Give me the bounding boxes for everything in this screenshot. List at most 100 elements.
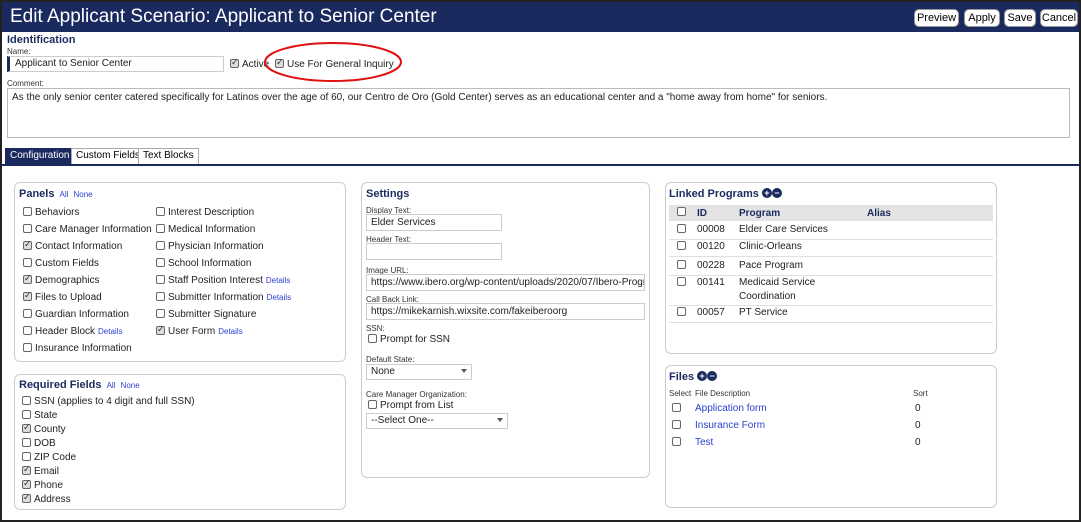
- checkbox-panel2-5[interactable]: Submitter Information Details: [156, 292, 291, 303]
- checkbox-icon: [156, 275, 165, 284]
- checkbox-required-7[interactable]: Address: [22, 492, 71, 505]
- save-button[interactable]: Save: [1004, 9, 1036, 27]
- cm-prompt-checkbox[interactable]: Prompt from List: [368, 400, 453, 411]
- add-circle-icon[interactable]: +: [761, 188, 772, 198]
- checkbox-icon: [672, 403, 681, 412]
- ssn-prompt-label: Prompt for SSN: [380, 334, 451, 345]
- checkbox-icon: [22, 452, 31, 461]
- checkbox-panel2-7[interactable]: User FormDetails: [156, 324, 243, 337]
- comment-label: Comment:: [7, 79, 44, 88]
- checkbox-icon: [156, 292, 165, 301]
- checkbox-panel2-2[interactable]: Physician Information: [156, 241, 264, 252]
- checkbox-panel2-0[interactable]: Interest Description: [156, 207, 254, 218]
- file-sort: 0: [915, 420, 921, 431]
- checkbox-label: State: [34, 410, 58, 421]
- file-link[interactable]: Insurance Form: [695, 420, 765, 431]
- callback-input[interactable]: https://mikekarnish.wixsite.com/fakeiber…: [366, 303, 645, 320]
- row-select-checkbox[interactable]: [677, 277, 689, 288]
- checkbox-panel2-3[interactable]: School Information: [156, 258, 251, 269]
- name-input[interactable]: Applicant to Senior Center: [7, 56, 224, 72]
- required-none-link[interactable]: None: [121, 381, 140, 390]
- checkbox-icon: [672, 420, 681, 429]
- preview-button[interactable]: Preview: [914, 9, 959, 27]
- checkbox-icon: [23, 326, 32, 335]
- panels-all-link[interactable]: All: [60, 190, 69, 199]
- image-url-input[interactable]: https://www.ibero.org/wp-content/uploads…: [366, 274, 645, 291]
- default-state-select[interactable]: None: [366, 364, 472, 380]
- checkbox-label: Submitter Signature: [168, 309, 257, 320]
- linked-programs-title: Linked Programs: [669, 188, 759, 200]
- checkbox-icon: [23, 273, 32, 284]
- details-link[interactable]: Details: [218, 327, 242, 336]
- cancel-button[interactable]: Cancel: [1040, 9, 1078, 27]
- cm-prompt-label: Prompt from List: [380, 400, 454, 411]
- default-state-label: Default State:: [366, 355, 415, 364]
- required-fields-box: [14, 374, 346, 510]
- checkbox-required-6[interactable]: Phone: [22, 478, 63, 491]
- program-id: 00008: [697, 224, 725, 235]
- select-all-programs-checkbox[interactable]: [677, 207, 689, 218]
- program-id: 00120: [697, 241, 725, 252]
- checkbox-icon: [23, 290, 32, 301]
- panels-none-link[interactable]: None: [73, 190, 92, 199]
- program-id: 00228: [697, 260, 725, 271]
- checkbox-label: Demographics: [35, 275, 100, 286]
- tab-configuration[interactable]: Configuration: [5, 148, 75, 164]
- checkbox-panel-3[interactable]: Custom Fields: [23, 258, 99, 269]
- checkbox-panel-8[interactable]: Insurance Information: [23, 343, 132, 354]
- checkbox-required-0[interactable]: SSN (applies to 4 digit and full SSN): [22, 396, 195, 407]
- col-alias-header: Alias: [867, 208, 891, 219]
- checkbox-label: Phone: [34, 480, 63, 491]
- tab-text-blocks[interactable]: Text Blocks: [138, 148, 199, 164]
- program-name-line2: Coordination: [739, 291, 796, 302]
- checkbox-icon: [22, 422, 31, 433]
- required-all-link[interactable]: All: [107, 381, 116, 390]
- file-select-checkbox[interactable]: [672, 403, 684, 414]
- checkbox-label: DOB: [34, 438, 56, 449]
- file-select-checkbox[interactable]: [672, 437, 684, 448]
- checkbox-panel-5[interactable]: Files to Upload: [23, 290, 102, 303]
- panels-title: Panels: [19, 188, 55, 200]
- checkbox-panel-0[interactable]: Behaviors: [23, 207, 79, 218]
- file-link[interactable]: Application form: [695, 403, 767, 414]
- checkbox-required-1[interactable]: State: [22, 410, 57, 421]
- checkbox-label: Physician Information: [168, 241, 264, 252]
- checkbox-panel-6[interactable]: Guardian Information: [23, 309, 129, 320]
- row-select-checkbox[interactable]: [677, 241, 689, 252]
- display-text-input[interactable]: Elder Services: [366, 214, 502, 231]
- checkbox-required-2[interactable]: County: [22, 422, 66, 435]
- program-id: 00141: [697, 277, 725, 288]
- details-link[interactable]: Details: [267, 293, 291, 302]
- remove-circle-icon[interactable]: −: [707, 371, 718, 381]
- tab-custom-fields[interactable]: Custom Fields: [71, 148, 145, 164]
- details-link[interactable]: Details: [266, 276, 290, 285]
- checkbox-panel2-1[interactable]: Medical Information: [156, 224, 255, 235]
- checkbox-panel-1[interactable]: Care Manager Information: [23, 224, 152, 235]
- add-circle-icon[interactable]: +: [697, 371, 708, 381]
- row-select-checkbox[interactable]: [677, 307, 689, 318]
- checkbox-label: Guardian Information: [35, 309, 129, 320]
- header-text-input[interactable]: [366, 243, 502, 260]
- checkbox-panel2-6[interactable]: Submitter Signature: [156, 309, 256, 320]
- apply-button[interactable]: Apply: [964, 9, 1000, 27]
- checkbox-required-5[interactable]: Email: [22, 464, 59, 477]
- file-select-checkbox[interactable]: [672, 420, 684, 431]
- title-bar: Edit Applicant Scenario: Applicant to Se…: [2, 2, 1079, 32]
- checkbox-icon: [677, 277, 686, 286]
- row-select-checkbox[interactable]: [677, 224, 689, 235]
- checkbox-panel2-4[interactable]: Staff Position Interest Details: [156, 275, 290, 286]
- checkbox-required-4[interactable]: ZIP Code: [22, 452, 76, 463]
- cm-org-select[interactable]: --Select One--: [366, 413, 508, 429]
- row-select-checkbox[interactable]: [677, 260, 689, 271]
- file-link[interactable]: Test: [695, 437, 713, 448]
- checkbox-panel-7[interactable]: Header Block Details: [23, 326, 122, 337]
- remove-circle-icon[interactable]: −: [771, 188, 782, 198]
- comment-textarea[interactable]: As the only senior center catered specif…: [7, 88, 1070, 138]
- ssn-prompt-checkbox[interactable]: Prompt for SSN: [368, 334, 450, 345]
- row-divider: [669, 239, 993, 240]
- checkbox-panel-4[interactable]: Demographics: [23, 273, 100, 286]
- checkbox-icon: [156, 224, 165, 233]
- checkbox-required-3[interactable]: DOB: [22, 438, 56, 449]
- checkbox-panel-2[interactable]: Contact Information: [23, 239, 122, 252]
- details-link[interactable]: Details: [98, 327, 122, 336]
